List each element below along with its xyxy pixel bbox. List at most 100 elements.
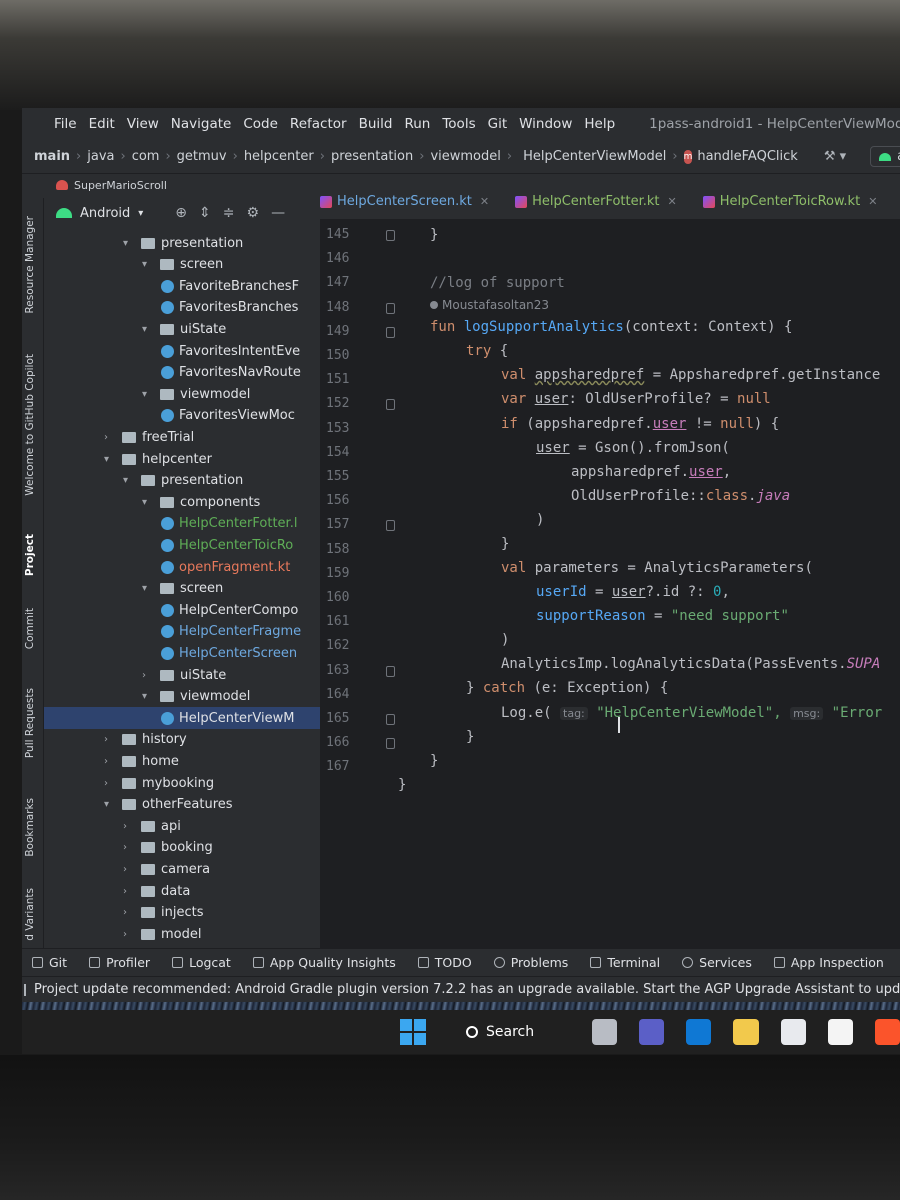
chevron-right-icon[interactable]: ›	[123, 821, 135, 832]
tree-file[interactable]: HelpCenterScreen	[161, 642, 297, 664]
tree-folder[interactable]: › mybooking	[104, 772, 214, 794]
chevron-down-icon[interactable]: ▾	[142, 389, 154, 400]
tool-app-quality[interactable]: App Quality Insights	[252, 955, 396, 970]
collapse-all-icon[interactable]: ≑	[223, 205, 235, 221]
tool-app-inspection[interactable]: App Inspection	[773, 955, 884, 970]
fold-marker-icon[interactable]	[386, 738, 395, 750]
fold-marker-icon[interactable]	[386, 302, 395, 314]
stripe-pull-requests[interactable]: Pull Requests	[24, 688, 36, 758]
fold-marker-icon[interactable]	[386, 230, 395, 241]
brave-browser-icon[interactable]	[874, 1019, 900, 1045]
tree-folder[interactable]: › injects	[123, 902, 203, 924]
close-icon[interactable]: ✕	[668, 195, 677, 208]
chevron-right-icon[interactable]: ›	[123, 842, 135, 853]
stripe-github-copilot[interactable]: Welcome to GitHub Copilot	[24, 354, 36, 496]
menu-window[interactable]: Window	[519, 116, 572, 132]
gear-icon[interactable]: ⚙	[247, 205, 260, 221]
minimize-icon[interactable]: —	[271, 205, 285, 221]
taskbar-search[interactable]: Search	[466, 1024, 534, 1040]
tab-helpcenterscreen[interactable]: HelpCenterScreen.kt ✕	[320, 194, 489, 209]
menu-run[interactable]: Run	[404, 116, 430, 132]
breadcrumb-class[interactable]: HelpCenterViewModel	[523, 149, 666, 164]
status-message[interactable]: Project update recommended: Android Grad…	[34, 982, 900, 997]
breadcrumb-method[interactable]: handleFAQClick	[697, 149, 797, 164]
tool-terminal[interactable]: Terminal	[590, 955, 660, 970]
chevron-down-icon[interactable]: ▾	[104, 454, 116, 465]
outlook-icon[interactable]	[686, 1019, 712, 1045]
chevron-down-icon[interactable]: ▾	[123, 475, 135, 486]
stripe-project[interactable]: Project	[24, 534, 36, 576]
document-icon[interactable]	[827, 1019, 853, 1045]
chevron-right-icon[interactable]: ›	[104, 778, 116, 789]
chevron-down-icon[interactable]: ▾	[123, 238, 135, 249]
tree-file[interactable]: FavoritesIntentEve	[161, 340, 300, 362]
file-explorer-icon[interactable]	[733, 1019, 759, 1045]
chevron-right-icon[interactable]: ›	[104, 756, 116, 767]
breadcrumb-getmuv[interactable]: getmuv	[177, 149, 227, 164]
tree-file[interactable]: HelpCenterViewM	[44, 707, 320, 730]
tree-file[interactable]: HelpCenterToicRo	[161, 534, 293, 556]
expand-all-icon[interactable]: ⇕	[199, 205, 211, 221]
breadcrumb-com[interactable]: com	[132, 149, 160, 164]
tree-file[interactable]: FavoritesViewMoc	[161, 405, 295, 427]
chevron-right-icon[interactable]: ›	[123, 886, 135, 897]
menu-build[interactable]: Build	[359, 116, 393, 132]
tree-folder[interactable]: › history	[104, 729, 187, 751]
menu-tools[interactable]: Tools	[442, 116, 475, 132]
chevron-down-icon[interactable]: ▾	[142, 497, 154, 508]
breadcrumb-presentation[interactable]: presentation	[331, 149, 413, 164]
tree-folder[interactable]: › freeTrial	[104, 426, 194, 448]
tool-todo[interactable]: TODO	[417, 955, 472, 970]
task-view-icon[interactable]	[592, 1019, 618, 1045]
tree-folder[interactable]: › api	[123, 815, 181, 837]
fold-marker-icon[interactable]	[386, 714, 395, 725]
fold-marker-icon[interactable]	[386, 399, 395, 411]
chevron-down-icon[interactable]: ▾	[138, 208, 143, 219]
breadcrumb-viewmodel[interactable]: viewmodel	[430, 149, 500, 164]
tree-folder[interactable]: ▾ presentation	[123, 470, 243, 492]
chevron-right-icon[interactable]: ›	[104, 432, 116, 443]
tree-folder[interactable]: › model	[123, 923, 201, 945]
breadcrumb-java[interactable]: java	[87, 149, 114, 164]
tree-folder[interactable]: › data	[123, 880, 190, 902]
chevron-right-icon[interactable]: ›	[142, 670, 154, 681]
menu-navigate[interactable]: Navigate	[171, 116, 232, 132]
tree-folder[interactable]: ▾ presentation	[123, 232, 243, 254]
tree-folder[interactable]: › uiState	[142, 664, 226, 686]
menu-view[interactable]: View	[127, 116, 159, 132]
breadcrumb-main[interactable]: main	[34, 149, 70, 164]
menu-code[interactable]: Code	[243, 116, 278, 132]
tree-folder[interactable]: › camera	[123, 858, 210, 880]
teams-icon[interactable]	[639, 1019, 665, 1045]
windows-start-icon[interactable]	[400, 1019, 426, 1045]
breadcrumb-helpcenter[interactable]: helpcenter	[244, 149, 314, 164]
menu-help[interactable]: Help	[584, 116, 615, 132]
menu-refactor[interactable]: Refactor	[290, 116, 347, 132]
status-panel-icon[interactable]	[24, 983, 26, 996]
locate-icon[interactable]: ⊕	[175, 205, 187, 221]
tree-folder[interactable]: › booking	[123, 837, 213, 859]
tree-folder[interactable]: ▾ screen	[142, 578, 223, 600]
tree-folder[interactable]: ▾ helpcenter	[104, 448, 212, 470]
fold-marker-icon[interactable]	[386, 326, 395, 338]
chevron-down-icon[interactable]: ▾	[142, 691, 154, 702]
stripe-commit[interactable]: Commit	[24, 608, 36, 649]
chevron-down-icon[interactable]: ▾	[142, 583, 154, 594]
menu-edit[interactable]: Edit	[89, 116, 115, 132]
tree-folder[interactable]: ▾ screen	[142, 254, 223, 276]
fold-marker-icon[interactable]	[386, 665, 395, 677]
hammer-icon[interactable]: ⚒ ▾	[824, 149, 846, 164]
tree-file[interactable]: HelpCenterCompo	[161, 599, 298, 621]
store-icon[interactable]	[780, 1019, 806, 1045]
stripe-resource-manager[interactable]: Resource Manager	[24, 216, 36, 314]
tree-folder[interactable]: ▾ components	[142, 491, 260, 513]
run-config-name[interactable]: SuperMarioScroll	[74, 179, 167, 192]
tree-folder[interactable]: ▾ viewmodel	[142, 686, 250, 708]
code-editor[interactable]: 145 146 147 148 149 150 151 152 153 154 155 156 157 1…	[320, 220, 900, 948]
tree-file[interactable]: FavoritesBranches	[161, 297, 298, 319]
chevron-right-icon[interactable]: ›	[123, 864, 135, 875]
tree-file[interactable]: FavoritesNavRoute	[161, 362, 301, 384]
tab-helpcentertoicrow[interactable]: HelpCenterToicRow.kt ✕	[702, 194, 877, 209]
fold-marker-icon[interactable]	[386, 520, 395, 532]
tree-file[interactable]: openFragment.kt	[161, 556, 290, 578]
